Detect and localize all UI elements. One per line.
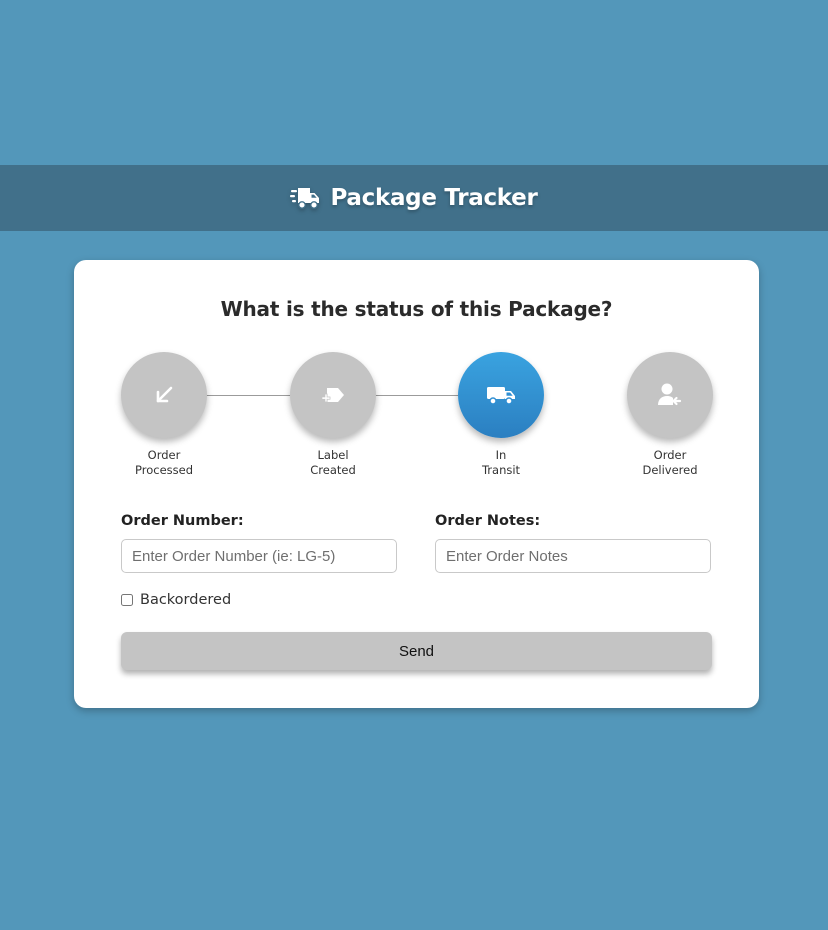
order-notes-input[interactable]: [435, 539, 711, 573]
arrow-down-left-icon: [151, 382, 177, 408]
app-title: Package Tracker: [330, 185, 538, 211]
step-circle[interactable]: [121, 352, 207, 438]
step-connector: [206, 395, 290, 396]
step-label: Order Delivered: [642, 448, 698, 477]
tracker-card: What is the status of this Package? Orde…: [74, 260, 759, 708]
tag-plus-icon: [318, 382, 348, 408]
backordered-checkbox[interactable]: [121, 594, 133, 606]
order-number-input[interactable]: [121, 539, 397, 573]
step-label-created[interactable]: Label Created: [290, 352, 376, 477]
card-title: What is the status of this Package?: [220, 297, 613, 321]
truck-icon: [485, 382, 517, 408]
step-order-delivered[interactable]: Order Delivered: [627, 352, 713, 477]
step-in-transit[interactable]: In Transit: [458, 352, 544, 477]
backordered-option[interactable]: Backordered: [121, 592, 231, 608]
step-circle[interactable]: [290, 352, 376, 438]
send-button[interactable]: Send: [121, 632, 712, 670]
step-circle[interactable]: [627, 352, 713, 438]
step-circle-active[interactable]: [458, 352, 544, 438]
step-label: Label Created: [310, 448, 356, 477]
step-label: In Transit: [481, 448, 521, 477]
header-brand: Package Tracker: [290, 185, 538, 211]
step-connector: [374, 395, 458, 396]
user-arrow-icon: [655, 380, 685, 410]
step-order-processed[interactable]: Order Processed: [121, 352, 207, 477]
order-number-label: Order Number:: [121, 513, 244, 529]
shipping-fast-icon: [290, 186, 320, 210]
order-notes-label: Order Notes:: [435, 513, 541, 529]
backordered-label[interactable]: Backordered: [140, 592, 231, 608]
step-label: Order Processed: [135, 448, 193, 477]
header-bar: Package Tracker: [0, 165, 828, 231]
